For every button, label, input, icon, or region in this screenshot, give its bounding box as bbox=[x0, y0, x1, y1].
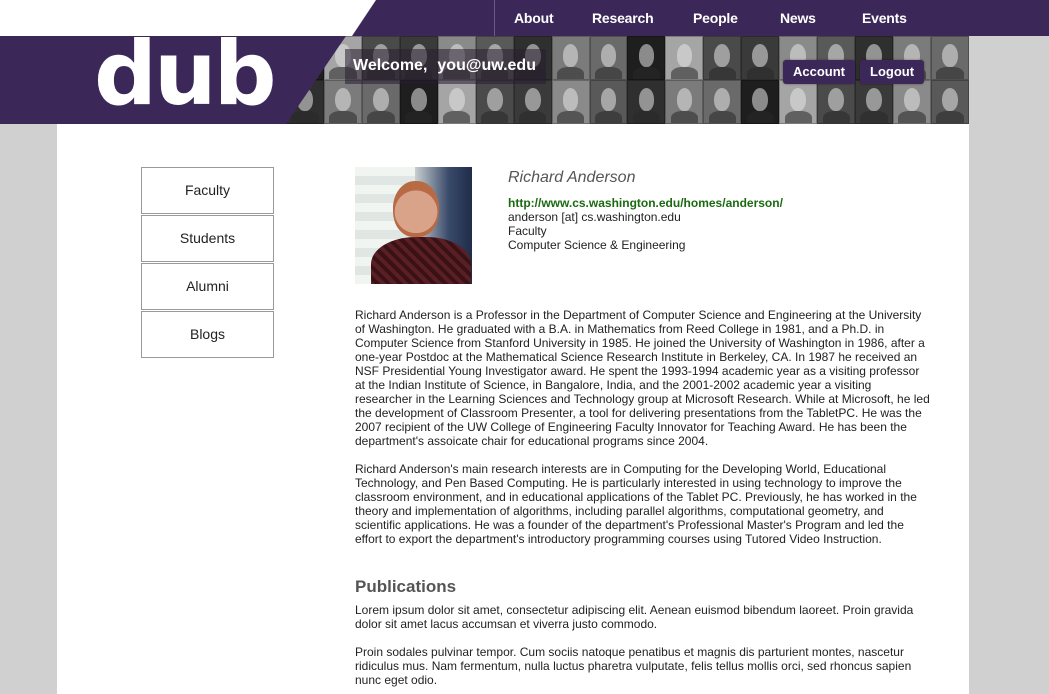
welcome-label: Welcome, bbox=[353, 57, 428, 74]
face-photo-tile bbox=[286, 36, 324, 80]
face-photo-tile bbox=[399, 80, 438, 124]
profile-info: http://www.cs.washington.edu/homes/ander… bbox=[508, 196, 783, 252]
face-photo-tile bbox=[513, 80, 552, 124]
face-photo-tile bbox=[931, 36, 969, 80]
profile-name: Richard Anderson bbox=[508, 169, 636, 186]
face-photo-tile bbox=[627, 80, 666, 124]
face-photo-tile bbox=[817, 80, 856, 124]
nav-news[interactable]: News bbox=[780, 10, 816, 26]
shirt-shape bbox=[371, 237, 471, 284]
research-paragraph: Richard Anderson's main research interes… bbox=[355, 462, 917, 546]
logout-button[interactable]: Logout bbox=[860, 60, 925, 84]
main-content: Faculty Students Alumni Blogs Richard An… bbox=[57, 124, 969, 694]
face-photo-tile bbox=[779, 80, 818, 124]
face-photo-tile bbox=[551, 80, 590, 124]
face-photo-tile bbox=[589, 36, 628, 80]
face-photo-tile bbox=[323, 80, 362, 124]
profile-department: Computer Science & Engineering bbox=[508, 238, 686, 252]
face-photo-tile bbox=[361, 80, 400, 124]
face-photo-tile bbox=[741, 80, 780, 124]
sidebar-item-alumni[interactable]: Alumni bbox=[141, 263, 274, 310]
nav-about[interactable]: About bbox=[514, 10, 554, 26]
sidebar-item-blogs[interactable]: Blogs bbox=[141, 311, 274, 358]
profile-photo bbox=[355, 167, 472, 284]
face-photo-tile bbox=[741, 36, 780, 80]
people-sidebar: Faculty Students Alumni Blogs bbox=[141, 167, 274, 359]
face-photo-tile bbox=[893, 80, 932, 124]
nav-divider bbox=[494, 0, 495, 36]
face-photo-tile bbox=[286, 80, 324, 124]
face-photo-tile bbox=[551, 36, 590, 80]
account-button[interactable]: Account bbox=[783, 60, 855, 84]
welcome-box: Welcome, you@uw.edu bbox=[345, 49, 546, 84]
nav-people[interactable]: People bbox=[693, 10, 738, 26]
sidebar-item-faculty[interactable]: Faculty bbox=[141, 167, 274, 214]
face-photo-tile bbox=[627, 36, 666, 80]
publications-heading: Publications bbox=[355, 577, 457, 596]
face-photo-tile bbox=[589, 80, 628, 124]
profile-role: Faculty bbox=[508, 224, 547, 238]
face-photo-tile bbox=[665, 80, 704, 124]
dub-logo[interactable]: dub bbox=[94, 36, 277, 118]
face-photo-tile bbox=[665, 36, 704, 80]
face-photo-tile bbox=[475, 80, 514, 124]
profile-homepage-link[interactable]: http://www.cs.washington.edu/homes/ander… bbox=[508, 196, 783, 210]
publication-item: Proin sodales pulvinar tempor. Cum socii… bbox=[355, 645, 912, 687]
profile-email: anderson [at] cs.washington.edu bbox=[508, 210, 681, 224]
face-photo-tile bbox=[703, 80, 742, 124]
face-photo-tile bbox=[437, 80, 476, 124]
user-email: you@uw.edu bbox=[437, 57, 536, 74]
face-photo-tile bbox=[931, 80, 969, 124]
bio-paragraph: Richard Anderson is a Professor in the D… bbox=[355, 308, 930, 448]
nav-events[interactable]: Events bbox=[862, 10, 907, 26]
publication-item: Lorem ipsum dolor sit amet, consectetur … bbox=[355, 603, 914, 631]
nav-research[interactable]: Research bbox=[592, 10, 654, 26]
sidebar-item-students[interactable]: Students bbox=[141, 215, 274, 262]
face-shape bbox=[393, 181, 439, 237]
face-photo-tile bbox=[703, 36, 742, 80]
face-photo-tile bbox=[855, 80, 894, 124]
